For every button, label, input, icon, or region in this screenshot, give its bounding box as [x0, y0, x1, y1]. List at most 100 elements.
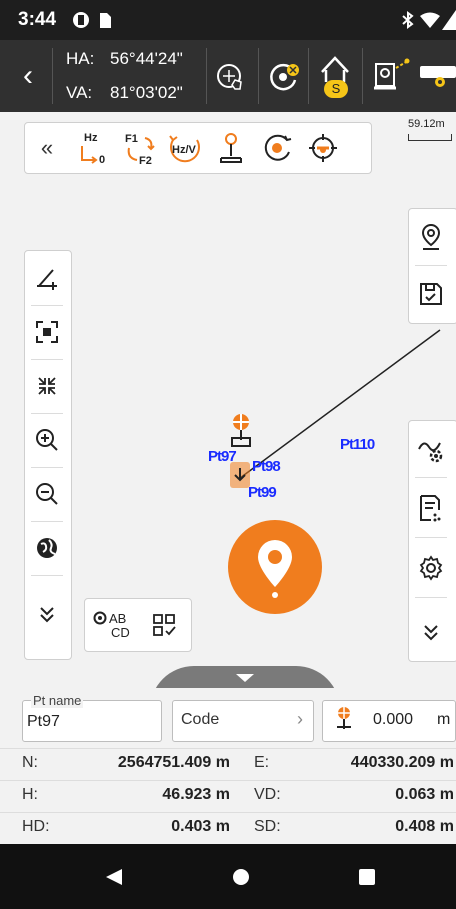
point-label-toggle-button[interactable]: AB CD [89, 603, 137, 647]
va-value: 81°03'02" [110, 83, 183, 102]
ha-value: 56°44'24" [110, 49, 183, 68]
total-station-icon [374, 58, 410, 90]
sd-label: SD: [254, 818, 281, 835]
wifi-icon [420, 12, 440, 28]
stakeout-home-button[interactable]: S [312, 52, 358, 100]
e-label: E: [254, 754, 270, 771]
abcd-bottom: CD [111, 625, 130, 640]
basemap-button[interactable] [25, 525, 69, 571]
prism-icon [420, 66, 456, 87]
divider [31, 359, 63, 360]
left-tool-panel [24, 250, 72, 660]
vd-value: 0.063 m [395, 786, 454, 803]
compress-icon [38, 377, 56, 395]
locate-point-button[interactable] [409, 213, 453, 259]
code-placeholder: Code [181, 711, 220, 728]
bluetooth-icon [402, 11, 414, 29]
divider [206, 48, 207, 104]
measure-angle-button[interactable] [25, 255, 69, 301]
divider [31, 575, 63, 576]
point-label: Pt98 [252, 458, 281, 475]
sd-card-icon [100, 13, 111, 28]
ha-label: HA: [66, 49, 95, 68]
double-chevron-down-icon [424, 625, 438, 641]
divider [258, 48, 259, 104]
clock: 3:44 [18, 9, 57, 30]
signal-icon [442, 10, 456, 30]
zoom-out-button[interactable] [25, 471, 69, 517]
rotate-search-button[interactable] [260, 52, 306, 100]
expand-left-panel-button[interactable] [25, 591, 69, 637]
layer-select-button[interactable] [141, 603, 187, 647]
sd-value: 0.408 m [395, 818, 454, 835]
instrument-button[interactable] [366, 52, 412, 100]
pt-name-label: Pt name [31, 693, 84, 708]
height-unit: m [437, 711, 451, 728]
divider [0, 812, 456, 813]
globe-icon [37, 538, 57, 558]
save-point-button[interactable] [409, 271, 453, 317]
zoom-in-icon [36, 429, 58, 451]
e-value: 440330.209 m [350, 754, 454, 771]
hd-label: HD: [22, 818, 50, 835]
abcd-top: AB [109, 611, 127, 626]
divider [31, 305, 63, 306]
gear-icon [419, 555, 443, 581]
point-list-button[interactable] [409, 485, 453, 531]
divider [31, 467, 63, 468]
divider [308, 48, 309, 104]
h-value: 46.923 m [162, 786, 230, 803]
status-bar: 3:44 [0, 0, 456, 40]
target-height-field[interactable]: 0.000 m [322, 700, 456, 742]
va-label: VA: [66, 83, 93, 102]
n-label: N: [22, 754, 38, 771]
fit-screen-icon [36, 321, 58, 343]
fit-view-button[interactable] [25, 309, 69, 355]
prism-pole-icon [337, 707, 351, 729]
double-chevron-down-icon [40, 607, 54, 623]
divider [362, 48, 363, 104]
list-doc-icon [420, 495, 441, 522]
divider [415, 537, 447, 538]
target-touch-button[interactable] [210, 52, 256, 100]
map-canvas[interactable]: « Hz 0 F1 F2 Hz/V 59.12m Pt97 Pt98 Pt99 … [0, 112, 456, 688]
panel-toggle-handle[interactable] [150, 666, 340, 688]
target-dot-icon [93, 611, 107, 625]
divider [415, 597, 447, 598]
curve-gear-icon [418, 442, 443, 463]
pt-name-field[interactable]: Pt name Pt97 [22, 693, 162, 742]
divider [415, 477, 447, 478]
zoom-in-button[interactable] [25, 417, 69, 463]
prism-button[interactable] [414, 52, 456, 100]
n-value: 2564751.409 m [117, 754, 230, 771]
home-circle-icon[interactable] [232, 868, 250, 886]
point-info-panel: Pt name Pt97 Code › 0.000 m N: 2564751.4… [0, 688, 456, 844]
expand-right-panel-button[interactable] [409, 609, 453, 655]
settings-button[interactable] [409, 545, 453, 591]
divider [0, 780, 456, 781]
ha-readout: HA: 56°44'24" [66, 49, 183, 69]
collapse-view-button[interactable] [25, 363, 69, 409]
divider [415, 265, 447, 266]
checklist-grid-icon [153, 614, 176, 636]
right-top-panel [408, 208, 456, 324]
stakeout-badge: S [324, 80, 348, 98]
divider [31, 521, 63, 522]
height-value: 0.000 [373, 711, 414, 728]
code-field[interactable]: Code › [172, 700, 314, 742]
chevron-right-icon: › [297, 709, 303, 729]
va-readout: VA: 81°03'02" [66, 83, 183, 103]
pt-name-value: Pt97 [27, 713, 60, 730]
back-triangle-icon[interactable] [104, 867, 124, 887]
system-nav-bar [0, 844, 456, 909]
curve-settings-button[interactable] [409, 427, 453, 473]
back-button[interactable]: ‹ [8, 58, 48, 98]
angle-ruler-icon [37, 269, 57, 290]
current-prism-marker [230, 462, 250, 488]
chevron-down-icon [236, 674, 254, 682]
point-label: Pt110 [340, 436, 375, 453]
recents-square-icon[interactable] [358, 868, 376, 886]
location-pin-icon [258, 540, 292, 598]
status-app-icon [73, 12, 89, 28]
stake-point-button[interactable] [228, 520, 322, 614]
